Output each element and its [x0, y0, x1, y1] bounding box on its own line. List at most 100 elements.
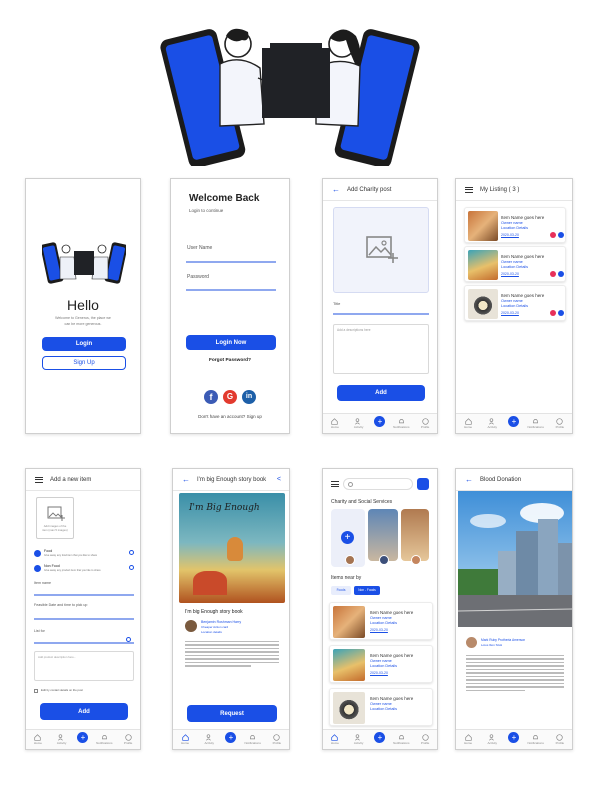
nav-notifications[interactable]: Notifications: [527, 734, 544, 745]
list-item[interactable]: Item Name goes here Owner name Location …: [329, 645, 433, 683]
list-item[interactable]: Item Name goes here Owner name Location …: [329, 602, 433, 640]
add-image-icon: [366, 236, 398, 263]
nav-add-button[interactable]: +: [374, 416, 386, 427]
login-now-button[interactable]: Login Now: [186, 335, 276, 350]
delete-icon[interactable]: [550, 310, 556, 316]
nav-add-button[interactable]: +: [508, 732, 520, 743]
add-button[interactable]: Add: [40, 703, 128, 720]
login-button[interactable]: Login: [42, 337, 126, 351]
nav-notifications[interactable]: Notifications: [527, 418, 544, 429]
nav-profile[interactable]: Profile: [417, 418, 433, 429]
edit-icon[interactable]: [558, 232, 564, 238]
nav-activity[interactable]: Activity: [484, 734, 500, 745]
home-icon: [331, 734, 339, 741]
list-for-input[interactable]: [34, 642, 134, 644]
clock-icon[interactable]: [126, 637, 131, 642]
nav-profile[interactable]: Profile: [269, 734, 285, 745]
nav-notifications[interactable]: Notifications: [244, 734, 261, 745]
listing-card-1[interactable]: Item Name goes here Owner name Location …: [464, 207, 566, 243]
filter-chip-food[interactable]: Foods: [331, 586, 351, 595]
filter-button[interactable]: [417, 478, 429, 490]
nav-activity[interactable]: Activity: [351, 418, 367, 429]
screen-title: My Listing ( 3 ): [480, 186, 520, 193]
image-upload-box[interactable]: [333, 207, 429, 293]
nav-add-button[interactable]: +: [77, 732, 89, 743]
nav-notifications[interactable]: Notifications: [393, 418, 409, 429]
bottom-nav: Home Activity + Notifications Profile: [173, 729, 289, 749]
pickup-datetime-input[interactable]: [34, 618, 134, 620]
nav-notifications[interactable]: Notifications: [96, 734, 112, 745]
description-textarea[interactable]: Add product description here...: [34, 651, 134, 681]
delete-icon[interactable]: [550, 271, 556, 277]
nav-profile[interactable]: Profile: [120, 734, 136, 745]
share-icon[interactable]: <: [277, 476, 281, 483]
back-arrow-icon[interactable]: ←: [464, 475, 474, 485]
nav-home[interactable]: Home: [177, 734, 193, 745]
social-linkedin-icon[interactable]: in: [242, 390, 256, 404]
edit-icon[interactable]: [558, 310, 564, 316]
nav-home[interactable]: Home: [30, 734, 46, 745]
delete-icon[interactable]: [550, 232, 556, 238]
home-icon: [331, 418, 339, 425]
people-icon: [355, 418, 361, 425]
nav-activity[interactable]: Activity: [484, 418, 500, 429]
nav-activity[interactable]: Activity: [201, 734, 217, 745]
login-title: Hello: [67, 297, 99, 313]
home-icon: [464, 418, 472, 425]
item-name-input[interactable]: [34, 594, 134, 596]
charity-card-2[interactable]: [401, 509, 429, 561]
listing-card-3[interactable]: Item Name goes here Owner name Location …: [464, 285, 566, 321]
request-button[interactable]: Request: [187, 705, 277, 722]
signup-button[interactable]: Sign Up: [42, 356, 126, 370]
forgot-password-link[interactable]: Forgot Password?: [171, 358, 289, 363]
profile-icon: [124, 734, 132, 741]
title-input[interactable]: [333, 313, 429, 315]
top-bar: ← Add Charity post: [323, 179, 437, 201]
nav-profile[interactable]: Profile: [552, 734, 568, 745]
charity-card-1[interactable]: [368, 509, 398, 561]
username-input[interactable]: [186, 261, 276, 263]
nav-add-button[interactable]: +: [374, 732, 386, 743]
back-arrow-icon[interactable]: ←: [181, 475, 191, 485]
section-nearby-title: Items near by: [331, 575, 362, 581]
nav-activity[interactable]: Activity: [54, 734, 70, 745]
list-item[interactable]: Item Name goes here Owner name Location …: [329, 688, 433, 726]
back-arrow-icon[interactable]: ←: [331, 185, 341, 195]
add-button[interactable]: Add: [337, 385, 425, 401]
image-upload-box[interactable]: Add images of the item (max 5 images): [36, 497, 74, 539]
nav-home[interactable]: Home: [460, 418, 476, 429]
listing-card-2[interactable]: Item Name goes here Owner name Location …: [464, 246, 566, 282]
social-facebook-icon[interactable]: f: [204, 390, 218, 404]
signup-prompt[interactable]: Don't have an account? Sign up: [171, 414, 289, 419]
nonfood-icon: [34, 565, 41, 572]
food-option[interactable]: Food Give away any food item that you li…: [34, 549, 134, 559]
hamburger-menu-icon[interactable]: [331, 481, 339, 487]
nav-home[interactable]: Home: [460, 734, 476, 745]
welcome-title: Welcome Back: [189, 193, 260, 204]
nonfood-option[interactable]: Non Food Give away any product item that…: [34, 564, 134, 574]
password-input[interactable]: [186, 289, 276, 291]
nav-notifications[interactable]: Notifications: [393, 734, 409, 745]
book-cover-image: I'm Big Enough: [179, 493, 285, 603]
search-input[interactable]: [343, 478, 413, 490]
nonfood-radio[interactable]: [129, 565, 134, 570]
nav-profile[interactable]: Profile: [552, 418, 568, 429]
description-textarea[interactable]: Add a descriptions here: [333, 324, 429, 374]
food-radio[interactable]: [129, 550, 134, 555]
people-icon: [205, 734, 211, 741]
nav-home[interactable]: Home: [327, 734, 343, 745]
filter-chip-nonfood[interactable]: Non - Foods: [354, 586, 380, 595]
bell-icon: [398, 419, 404, 424]
contact-checkbox[interactable]: [34, 689, 38, 693]
nav-add-button[interactable]: +: [225, 732, 237, 743]
social-google-icon[interactable]: G: [223, 390, 237, 404]
hamburger-menu-icon[interactable]: [34, 476, 44, 483]
nav-add-button[interactable]: +: [508, 416, 520, 427]
edit-icon[interactable]: [558, 271, 564, 277]
profile-icon: [421, 418, 429, 425]
hamburger-menu-icon[interactable]: [464, 186, 474, 193]
nav-home[interactable]: Home: [327, 418, 343, 429]
nav-profile[interactable]: Profile: [417, 734, 433, 745]
profile-icon: [556, 734, 563, 741]
nav-activity[interactable]: Activity: [351, 734, 367, 745]
